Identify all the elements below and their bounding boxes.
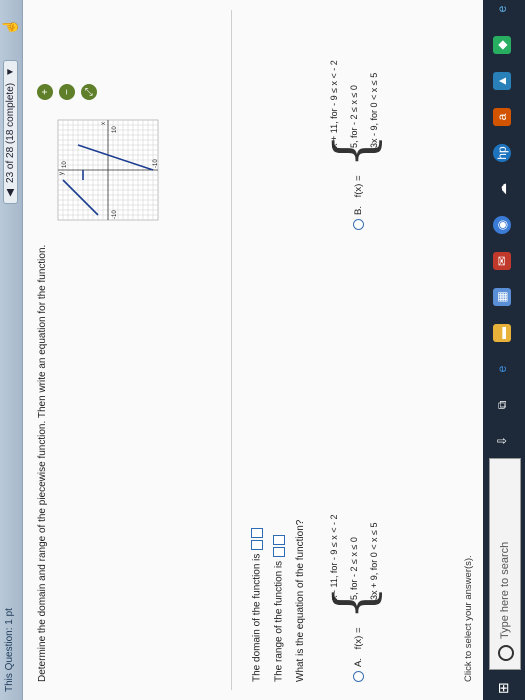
domain-answer-box[interactable]	[251, 539, 263, 550]
range-answer-box[interactable]	[273, 547, 285, 558]
graph-y-top-label: 10	[62, 161, 68, 168]
piecewise-graph: 10 -10 -10 10 x y	[57, 119, 159, 221]
graph-x-right-label: 10	[112, 126, 118, 133]
photos-app-icon[interactable]: ▲	[493, 72, 511, 90]
dropdown-arrow-icon[interactable]: ▼	[5, 67, 16, 77]
section-divider	[231, 10, 232, 690]
domain-question: The domain of the function is	[251, 527, 263, 682]
hand-cursor-icon: ☝	[2, 18, 18, 36]
answer-hint: Click to select your answer(s).	[463, 555, 474, 682]
app-icon-green[interactable]: ◆	[493, 36, 511, 54]
question-navigator[interactable]: ◀ 23 of 28 (18 complete) ▼	[3, 60, 18, 204]
taskbar-search-placeholder: Type here to search	[499, 541, 511, 639]
equation-question: What is the equation of the function?	[295, 519, 306, 682]
graph-y-axis-label: y	[59, 172, 65, 175]
option-b-case-2: 5, for - 2 ≤ x ≤ 0	[349, 85, 359, 148]
store-icon[interactable]: ▦	[493, 288, 511, 306]
range-question-text: The range of the function is	[273, 560, 285, 682]
edge-browser-icon[interactable]: e	[493, 360, 511, 378]
graph-panel: 10 -10 -10 10 x y	[53, 115, 168, 225]
cloud-app-icon[interactable]: ☁	[493, 180, 511, 198]
graph-x-axis-label: x	[101, 122, 107, 125]
option-a-radio[interactable]	[353, 671, 364, 682]
option-a-case-1: x - 11, for - 9 ≤ x < - 2	[329, 514, 339, 600]
hp-app-icon[interactable]: hp	[493, 144, 511, 162]
taskbar-apps: ⇩ ⧉ e ▬ ▦ ✉ ◉ ☁ hp a ▲ ◆ e	[493, 0, 511, 450]
microphone-icon[interactable]: ⇩	[493, 432, 511, 450]
graph-tools: + − ⤢	[37, 84, 97, 100]
chrome-icon[interactable]: ◉	[493, 216, 511, 234]
task-view-icon[interactable]: ⧉	[493, 396, 511, 414]
question-content: Determine the domain and range of the pi…	[23, 0, 483, 700]
file-explorer-icon[interactable]: ▬	[493, 324, 511, 342]
option-a-label: A.	[353, 658, 365, 667]
taskbar-search-box[interactable]: Type here to search	[489, 458, 521, 670]
zoom-in-icon[interactable]: +	[37, 84, 53, 100]
question-progress: 23 of 28 (18 complete)	[5, 82, 16, 183]
expand-icon[interactable]: ⤢	[81, 84, 97, 100]
rotated-screen: This Question: 1 pt ◀ 23 of 28 (18 compl…	[0, 0, 525, 700]
option-a-case-2: 5, for - 2 ≤ x ≤ 0	[349, 537, 359, 600]
prev-arrow-icon[interactable]: ◀	[5, 189, 16, 197]
option-b-radio[interactable]	[353, 219, 364, 230]
amazon-app-icon[interactable]: a	[493, 108, 511, 126]
option-a-case-3: 3x + 9, for 0 < x ≤ 5	[369, 522, 379, 600]
domain-answer-box-2[interactable]	[251, 527, 263, 538]
ie-browser-icon[interactable]: e	[493, 0, 511, 18]
range-question: The range of the function is	[273, 534, 285, 682]
option-b-lhs: f(x) =	[353, 175, 365, 198]
domain-question-text: The domain of the function is	[251, 553, 263, 682]
windows-taskbar: ⊞ Type here to search ⇩ ⧉ e ▬ ▦ ✉ ◉ ☁ hp…	[483, 0, 525, 700]
instruction-text: Determine the domain and range of the pi…	[37, 244, 48, 682]
mail-app-icon[interactable]: ✉	[493, 252, 511, 270]
option-b-case-3: 3x - 9, for 0 < x ≤ 5	[369, 72, 379, 148]
windows-start-icon[interactable]: ⊞	[495, 678, 511, 694]
question-points: This Question: 1 pt	[4, 608, 15, 692]
zoom-out-icon[interactable]: −	[59, 84, 75, 100]
option-b-label: B.	[353, 206, 365, 215]
option-a-lhs: f(x) =	[353, 627, 365, 650]
graph-y-bottom-label: -10	[153, 159, 159, 168]
graph-x-left-label: -10	[112, 210, 118, 219]
cortana-circle-icon	[498, 645, 514, 661]
question-bar: This Question: 1 pt ◀ 23 of 28 (18 compl…	[0, 0, 23, 700]
range-answer-box-2[interactable]	[273, 535, 285, 546]
option-b-case-1: x + 11, for - 9 ≤ x < - 2	[329, 60, 339, 148]
